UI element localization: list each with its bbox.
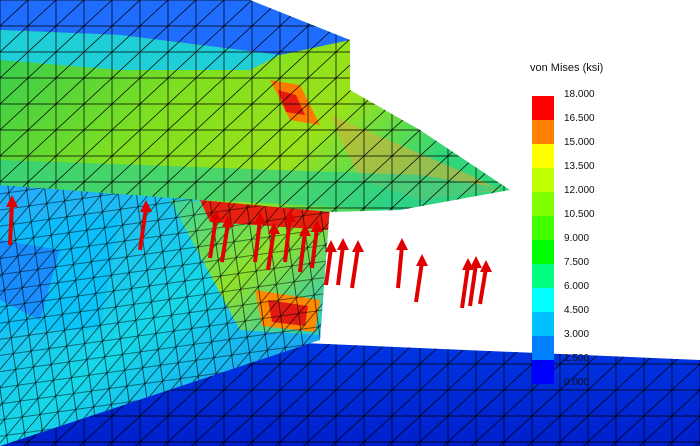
legend-color-band <box>532 312 554 337</box>
legend-color-band <box>532 168 554 193</box>
legend-label: 3.000 <box>564 329 590 340</box>
legend-color-band <box>532 216 554 241</box>
load-arrow-shaft <box>460 265 470 309</box>
legend-color-band <box>532 144 554 169</box>
legend-label: 1.500 <box>564 353 590 364</box>
legend-label: 4.500 <box>564 305 590 316</box>
load-arrow-shaft <box>396 245 404 289</box>
legend-color-band <box>532 336 554 361</box>
legend-label: 16.500 <box>564 113 595 124</box>
legend-label: 13.500 <box>564 161 595 172</box>
load-arrow-head <box>337 238 349 250</box>
load-arrow-head <box>352 240 364 252</box>
legend-label: 18.000 <box>564 89 595 100</box>
load-arrow-shaft <box>8 202 14 246</box>
load-arrow-shaft <box>324 247 333 286</box>
legend-title: von Mises (ksi) <box>530 62 604 74</box>
upper-cap <box>0 0 510 212</box>
legend-color-band <box>532 192 554 217</box>
load-arrow-shaft <box>414 261 424 303</box>
legend-color-band <box>532 240 554 265</box>
load-arrow-head <box>480 260 492 272</box>
legend-label: 15.000 <box>564 137 595 148</box>
load-arrow-shaft <box>336 245 345 286</box>
load-arrow-head <box>396 238 408 250</box>
stress-legend: von Mises (ksi) 18.000 16.500 15.000 13.500… <box>522 60 682 390</box>
legend-color-band <box>532 96 554 121</box>
legend-label: 9.000 <box>564 233 590 244</box>
load-arrow-shaft <box>468 263 478 307</box>
load-arrow-shaft <box>350 247 360 289</box>
legend-color-band <box>532 360 554 384</box>
legend-color-band <box>532 264 554 289</box>
legend-color-band <box>532 288 554 313</box>
legend-label: 12.000 <box>564 185 595 196</box>
legend-label: 0.000 <box>564 377 590 388</box>
legend-label: 7.500 <box>564 257 590 268</box>
legend-color-band <box>532 120 554 145</box>
load-arrow-head <box>470 256 482 268</box>
legend-label: 6.000 <box>564 281 590 292</box>
legend-color-bar <box>532 96 554 384</box>
legend-label: 10.500 <box>564 209 595 220</box>
load-arrow-shaft <box>478 267 488 305</box>
load-arrow-head <box>416 254 428 266</box>
